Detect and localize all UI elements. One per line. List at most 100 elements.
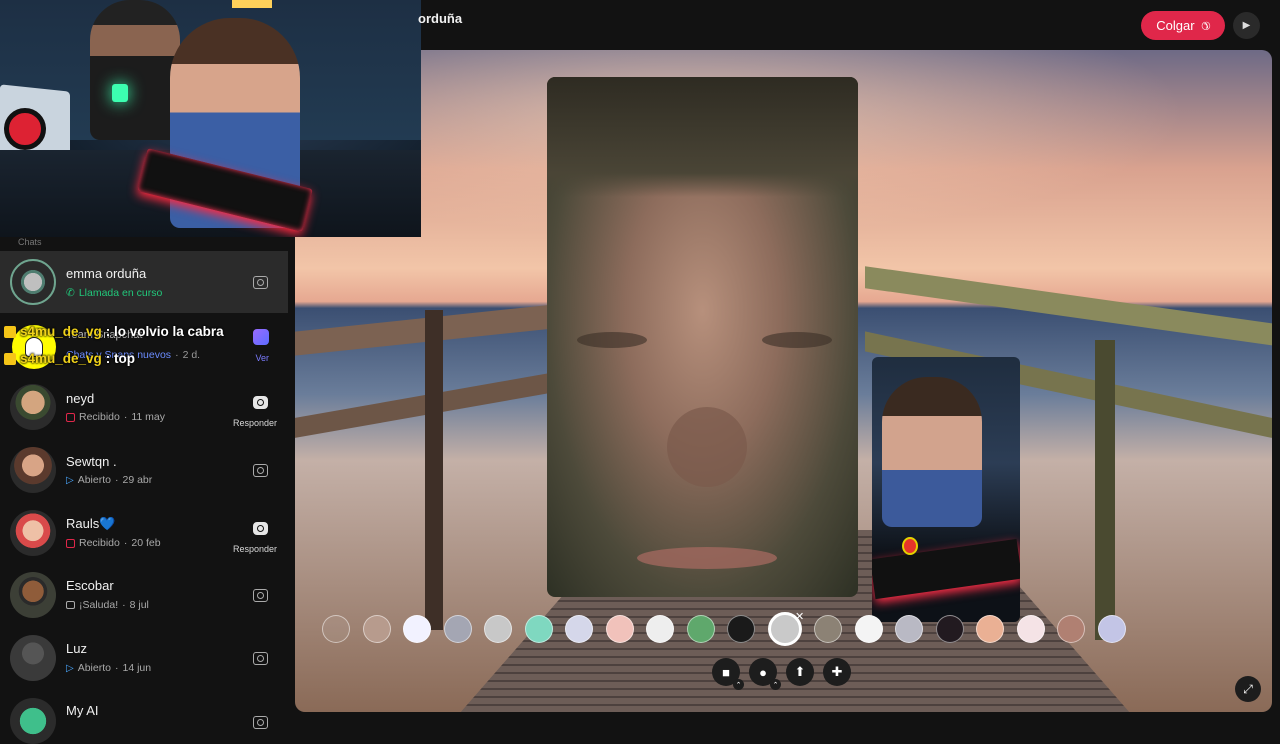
lens-item-white[interactable] [854, 615, 883, 643]
avatar [10, 447, 56, 493]
phone-icon: ✆ [66, 287, 75, 299]
overlay-chat-line: s4mu_de_vg : lo volvio la cabra [4, 324, 224, 339]
phone-icon: ✆ [1197, 17, 1213, 33]
lens-item-empty[interactable] [322, 615, 350, 643]
chat-item-emma[interactable]: emma orduña ✆ Llamada en curso [0, 251, 288, 313]
avatar [10, 259, 56, 305]
play-icon[interactable]: ▶ [1233, 12, 1260, 39]
star-badge-icon [4, 325, 16, 338]
video-camera-icon[interactable]: ■ ⌃ [712, 658, 744, 690]
hangup-button[interactable]: Colgar ✆ [1141, 11, 1225, 40]
chat-sidebar: Chats emma orduña ✆ Llamada en curso Tea… [0, 237, 288, 744]
camera-icon[interactable] [250, 712, 270, 732]
received-snap-icon [66, 538, 75, 548]
chat-name: My AI [66, 703, 99, 718]
chat-name: emma orduña [66, 266, 147, 281]
chat-status: ▷ Abierto · 29 abr [66, 474, 153, 486]
story-icon[interactable] [253, 329, 269, 345]
background-post [1095, 340, 1115, 640]
close-icon[interactable]: ✕ [795, 610, 804, 623]
chat-name: Sewtqn . [66, 454, 117, 469]
lens-item-dark[interactable] [727, 615, 755, 643]
camera-icon[interactable] [250, 585, 270, 605]
view-label[interactable]: Ver [255, 353, 269, 363]
self-video-preview[interactable] [872, 357, 1020, 622]
webcam-lamp [112, 84, 128, 102]
opened-arrow-icon: ▷ [66, 474, 74, 486]
lens-item-face[interactable] [362, 615, 391, 643]
chat-item-my-ai[interactable]: My AI [0, 690, 288, 744]
remote-participant-video [547, 77, 858, 597]
overlay-chat-user: s4mu_de_vg [20, 351, 102, 366]
chat-name: neyd [66, 391, 95, 406]
avatar [10, 510, 56, 556]
chat-item-luz[interactable]: Luz ▷ Abierto · 14 jun [0, 627, 288, 689]
video-call-area: ✕ ■ ⌃ ● ⌃ ⬆ ✚ ⤢ [295, 50, 1272, 712]
remote-video-eye [577, 332, 647, 348]
chat-time: 20 feb [131, 537, 161, 549]
camera-icon[interactable] [250, 272, 270, 292]
camera-icon[interactable] [250, 392, 270, 412]
lens-item-blue[interactable] [1097, 615, 1126, 643]
chevron-up-icon[interactable]: ⌃ [770, 679, 781, 690]
chat-status-text: Recibido [79, 411, 120, 423]
reply-button[interactable]: Responder [233, 544, 277, 554]
chat-item-escobar[interactable]: Escobar ¡Saluda! · 8 jul [0, 564, 288, 626]
lens-item-cat[interactable] [1016, 615, 1045, 643]
remote-video-eye [762, 332, 832, 348]
star-badge-icon [4, 352, 16, 365]
self-video-keyboard [872, 538, 1020, 600]
microphone-icon[interactable]: ● ⌃ [749, 658, 781, 690]
reply-button[interactable]: Responder [233, 418, 277, 428]
lens-item-blush[interactable] [605, 615, 634, 643]
remote-video-hair [547, 77, 858, 197]
lens-item-panda[interactable] [646, 615, 674, 643]
camera-icon[interactable] [250, 648, 270, 668]
screen-share-icon[interactable]: ⬆ [786, 658, 814, 686]
chat-time: 14 jun [122, 662, 152, 674]
lens-item-sad[interactable] [565, 615, 593, 643]
call-controls: ■ ⌃ ● ⌃ ⬆ ✚ [712, 658, 851, 690]
remote-video-nose [667, 407, 747, 487]
avatar [10, 384, 56, 430]
overlay-chat-message: : top [105, 351, 136, 366]
chat-item-neyd[interactable]: neyd Recibido · 11 may Responder [0, 376, 288, 438]
camera-icon[interactable] [250, 460, 270, 480]
chat-name: Luz [66, 641, 87, 656]
chat-time: 29 abr [122, 474, 153, 486]
call-title: orduña [418, 11, 463, 26]
hangup-label: Colgar [1156, 18, 1195, 33]
camera-icon[interactable] [250, 518, 270, 538]
lens-item-red-eyes[interactable] [935, 615, 964, 643]
avatar [10, 635, 56, 681]
lens-item-glasses[interactable] [484, 615, 512, 643]
chat-status-text: ¡Saluda! [79, 599, 119, 611]
lens-item-alien[interactable] [524, 615, 553, 643]
chat-time: 2 d. [182, 349, 201, 361]
chat-status: Recibido · 20 feb [66, 537, 161, 549]
chat-item-rauls[interactable]: Rauls💙 Recibido · 20 feb Responder [0, 502, 288, 564]
chat-status: ¡Saluda! · 8 jul [66, 599, 149, 611]
chat-status: ✆ Llamada en curso [66, 287, 162, 299]
chat-bubble-icon [66, 601, 75, 609]
received-snap-icon [66, 412, 75, 422]
lens-item-grey[interactable] [895, 615, 923, 643]
lens-item-monkey[interactable] [443, 615, 472, 643]
lens-item-stars[interactable] [403, 615, 431, 643]
lens-item-portrait[interactable] [1057, 615, 1085, 643]
chevron-up-icon[interactable]: ⌃ [733, 679, 744, 690]
chat-item-sewtqn[interactable]: Sewtqn . ▷ Abierto · 29 abr [0, 439, 288, 501]
remote-video-mouth [637, 547, 777, 569]
add-person-icon[interactable]: ✚ [823, 658, 851, 686]
chat-time: 8 jul [129, 599, 149, 611]
lens-item-peach[interactable] [976, 615, 1004, 643]
chat-name: Escobar [66, 578, 114, 593]
self-video-person [882, 377, 982, 527]
overlay-chat-line: s4mu_de_vg : top [4, 351, 135, 366]
opened-arrow-icon: ▷ [66, 662, 74, 674]
expand-icon[interactable]: ⤢ [1235, 676, 1261, 702]
lens-item-green[interactable] [686, 615, 715, 643]
overlay-chat-user: s4mu_de_vg [20, 324, 102, 339]
lens-item-zebra[interactable] [814, 615, 842, 643]
chat-name: Rauls💙 [66, 516, 116, 531]
